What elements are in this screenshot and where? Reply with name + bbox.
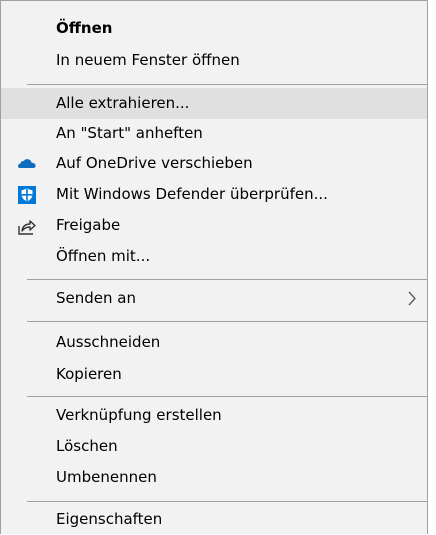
menu-item-label: Kopieren	[56, 365, 122, 383]
context-menu: Öffnen In neuem Fenster öffnen Alle extr…	[0, 0, 428, 534]
menu-item-move-to-onedrive[interactable]: Auf OneDrive verschieben	[1, 148, 427, 179]
menu-item-label: Umbenennen	[56, 468, 157, 486]
menu-item-windows-defender-scan[interactable]: Mit Windows Defender überprüfen...	[1, 179, 427, 210]
menu-item-label: Öffnen mit...	[56, 247, 151, 265]
menu-item-pin-to-start[interactable]: An "Start" anheften	[1, 118, 427, 149]
menu-item-rename[interactable]: Umbenennen	[1, 462, 427, 493]
menu-item-properties[interactable]: Eigenschaften	[1, 504, 427, 535]
menu-item-label: Freigabe	[56, 216, 121, 234]
menu-item-label: Eigenschaften	[56, 510, 163, 528]
menu-item-open[interactable]: Öffnen	[1, 13, 427, 44]
menu-separator	[27, 396, 427, 397]
menu-item-label: Senden an	[56, 289, 136, 307]
menu-item-label: Mit Windows Defender überprüfen...	[56, 185, 328, 203]
menu-separator	[27, 279, 427, 280]
onedrive-cloud-icon	[17, 154, 37, 174]
menu-item-label: Alle extrahieren...	[56, 94, 190, 112]
windows-defender-shield-icon	[17, 185, 37, 205]
menu-separator	[27, 321, 427, 322]
menu-item-label: An "Start" anheften	[56, 124, 203, 142]
menu-item-label: In neuem Fenster öffnen	[56, 51, 240, 69]
menu-item-open-with[interactable]: Öffnen mit...	[1, 241, 427, 272]
share-icon	[17, 216, 37, 236]
menu-item-label: Verknüpfung erstellen	[56, 406, 222, 424]
menu-item-label: Öffnen	[56, 19, 113, 37]
menu-item-copy[interactable]: Kopieren	[1, 359, 427, 390]
menu-item-label: Ausschneiden	[56, 333, 161, 351]
menu-item-label: Löschen	[56, 437, 118, 455]
menu-item-send-to[interactable]: Senden an	[1, 283, 427, 314]
menu-separator	[27, 84, 427, 85]
menu-separator	[27, 501, 427, 502]
menu-item-extract-all[interactable]: Alle extrahieren...	[1, 88, 427, 119]
menu-item-label: Auf OneDrive verschieben	[56, 154, 253, 172]
chevron-right-icon	[407, 283, 417, 314]
menu-item-delete[interactable]: Löschen	[1, 431, 427, 462]
menu-item-cut[interactable]: Ausschneiden	[1, 327, 427, 358]
menu-item-create-shortcut[interactable]: Verknüpfung erstellen	[1, 400, 427, 431]
menu-item-open-new-window[interactable]: In neuem Fenster öffnen	[1, 45, 427, 76]
menu-item-share[interactable]: Freigabe	[1, 210, 427, 241]
